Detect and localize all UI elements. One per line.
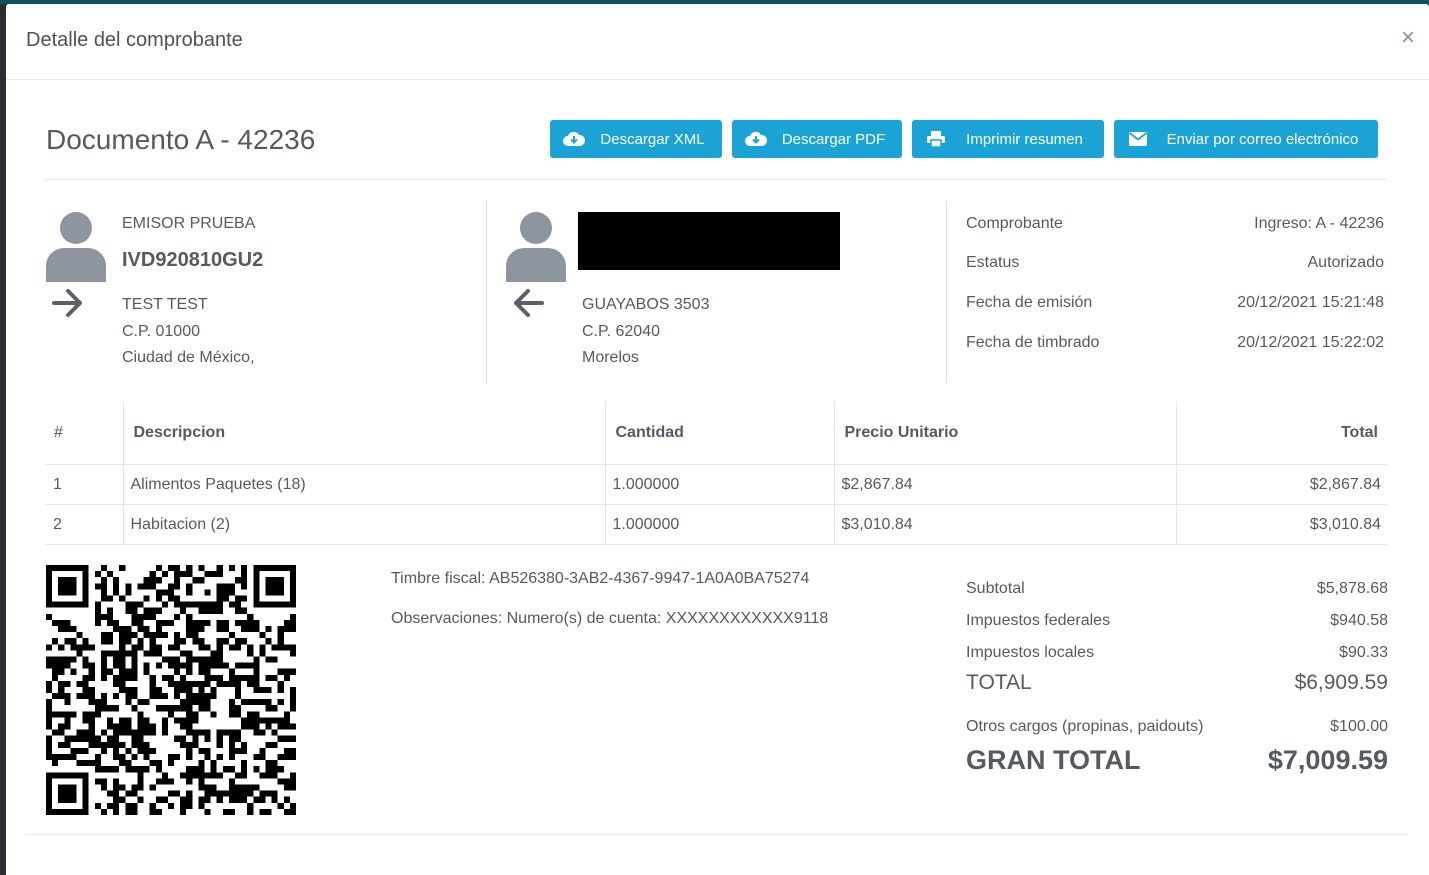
info-label-status: Estatus <box>966 254 1020 271</box>
qr-code-image <box>46 565 296 815</box>
cell-quantity: 1.000000 <box>604 464 834 505</box>
receiver-zip: C.P. 62040 <box>582 323 660 340</box>
receiver-state: Morelos <box>582 349 639 366</box>
column-divider <box>946 201 947 383</box>
info-value-issue-date: 20/12/2021 15:21:48 <box>1237 294 1384 311</box>
cell-total: $3,010.84 <box>1175 504 1388 545</box>
issuer-zip: C.P. 01000 <box>122 323 200 340</box>
info-value-stamp-date: 20/12/2021 15:22:02 <box>1237 334 1384 351</box>
envelope-icon <box>1114 120 1161 158</box>
items-table: # Descripcion Cantidad Precio Unitario T… <box>46 402 1388 545</box>
cell-total: $2,867.84 <box>1175 464 1388 505</box>
print-summary-label: Imprimir resumen <box>966 130 1083 148</box>
qr-modules <box>46 565 296 815</box>
observations: Observaciones: Numero(s) de cuenta: XXXX… <box>391 610 829 627</box>
cell-number: 1 <box>46 464 123 505</box>
redacted-receiver-name <box>578 212 840 270</box>
other-charges-label: Otros cargos (propinas, paidouts) <box>966 718 1204 735</box>
printer-icon <box>912 120 959 158</box>
cloud-download-icon <box>732 120 779 158</box>
local-taxes-label: Impuestos locales <box>966 644 1095 661</box>
column-divider <box>486 201 487 383</box>
arrow-right-icon <box>50 287 86 319</box>
issuer-avatar-icon <box>44 210 108 282</box>
federal-taxes-label: Impuestos federales <box>966 612 1111 629</box>
download-xml-button[interactable]: Descargar XML <box>550 120 722 158</box>
arrow-left-icon <box>510 287 546 319</box>
subtotal-label: Subtotal <box>966 580 1025 597</box>
info-value-comprobante: Ingreso: A - 42236 <box>1254 215 1384 232</box>
total-value: $6,909.59 <box>1294 671 1388 694</box>
receiver-avatar-icon <box>504 210 568 282</box>
cell-description: Habitacion (2) <box>122 504 605 545</box>
cell-number: 2 <box>46 504 123 545</box>
receipt-detail-modal: Detalle del comprobante × Documento A - … <box>6 4 1429 875</box>
close-button[interactable]: × <box>1401 26 1415 50</box>
column-header-number: # <box>46 402 123 465</box>
table-row: 2 Habitacion (2) 1.000000 $3,010.84 $3,0… <box>46 504 1388 545</box>
issuer-rfc: IVD920810GU2 <box>122 249 264 271</box>
info-label-issue-date: Fecha de emisión <box>966 294 1093 311</box>
grand-total-label: GRAN TOTAL <box>966 745 1141 775</box>
local-taxes-value: $90.33 <box>1339 644 1388 661</box>
fiscal-stamp: Timbre fiscal: AB526380-3AB2-4367-9947-1… <box>391 570 810 587</box>
receiver-address: GUAYABOS 3503 <box>582 296 710 313</box>
print-summary-button[interactable]: Imprimir resumen <box>912 120 1104 158</box>
issuer-name: EMISOR PRUEBA <box>122 215 256 232</box>
footer-divider <box>26 834 1408 835</box>
subtotal-value: $5,878.68 <box>1316 580 1388 597</box>
column-header-unit-price: Precio Unitario <box>833 402 1176 465</box>
column-header-quantity: Cantidad <box>604 402 834 465</box>
download-pdf-button[interactable]: Descargar PDF <box>732 120 902 158</box>
column-header-total: Total <box>1175 402 1388 465</box>
info-label-comprobante: Comprobante <box>966 215 1063 232</box>
document-title: Documento A - 42236 <box>46 124 316 155</box>
cell-description: Alimentos Paquetes (18) <box>122 464 605 505</box>
send-email-button[interactable]: Enviar por correo electrónico <box>1114 120 1378 158</box>
other-charges-value: $100.00 <box>1330 718 1388 735</box>
info-value-status: Autorizado <box>1307 254 1385 271</box>
modal-header: Detalle del comprobante × <box>6 4 1429 80</box>
download-xml-label: Descargar XML <box>600 130 705 148</box>
modal-title: Detalle del comprobante <box>26 29 243 51</box>
send-email-label: Enviar por correo electrónico <box>1166 130 1359 148</box>
cell-unit-price: $3,010.84 <box>833 504 1176 545</box>
federal-taxes-value: $940.58 <box>1330 612 1388 629</box>
issuer-city: Ciudad de México, <box>122 349 255 366</box>
issuer-address: TEST TEST <box>122 296 208 313</box>
table-row: 1 Alimentos Paquetes (18) 1.000000 $2,86… <box>46 464 1388 505</box>
download-pdf-label: Descargar PDF <box>781 130 886 148</box>
grand-total-value: $7,009.59 <box>1267 745 1388 775</box>
info-label-stamp-date: Fecha de timbrado <box>966 334 1100 351</box>
cloud-download-icon <box>550 120 597 158</box>
cell-quantity: 1.000000 <box>604 504 834 545</box>
column-header-description: Descripcion <box>122 402 605 465</box>
header-divider <box>45 179 1388 180</box>
total-label: TOTAL <box>966 671 1032 694</box>
cell-unit-price: $2,867.84 <box>833 464 1176 505</box>
table-header-row: # Descripcion Cantidad Precio Unitario T… <box>46 402 1388 465</box>
